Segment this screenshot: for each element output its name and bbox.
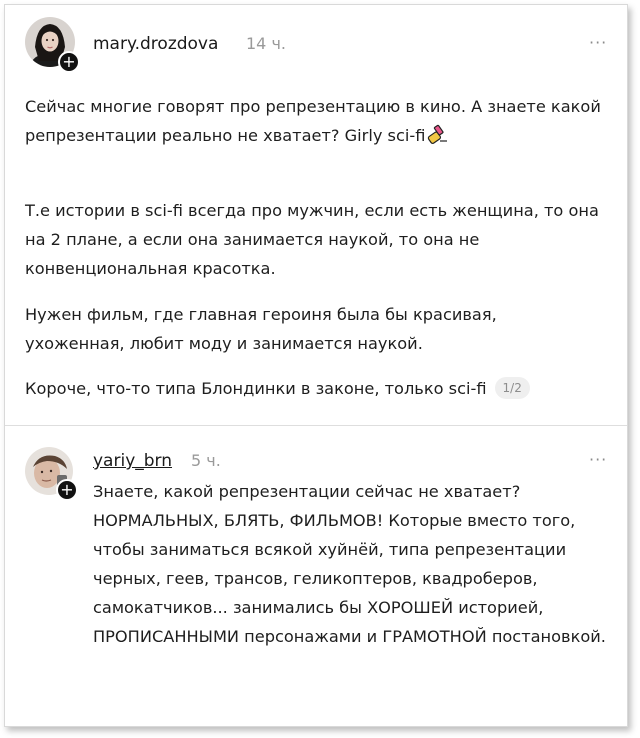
post-mary: + mary.drozdova 14 ч. ··· Сейчас многие … (5, 5, 627, 426)
timestamp: 14 ч. (246, 34, 286, 53)
post-text: Короче, что-то типа Блондинки в законе, … (25, 379, 487, 398)
nail-polish-icon (427, 123, 449, 154)
reply-text: Знаете, какой репрезентации сейчас не хв… (93, 482, 606, 646)
page-indicator: 1/2 (494, 377, 530, 399)
post-reply: + yariy_brn 5 ч. ··· Знаете, какой репре… (5, 426, 627, 726)
more-options-icon[interactable]: ··· (589, 450, 607, 469)
follow-plus-icon[interactable]: + (56, 479, 78, 501)
avatar[interactable]: + (25, 17, 80, 73)
post-paragraph-1: Сейчас многие говорят про репрезентацию … (25, 92, 609, 154)
follow-plus-icon[interactable]: + (58, 51, 80, 73)
username[interactable]: mary.drozdova (93, 34, 218, 54)
more-options-icon[interactable]: ··· (589, 33, 607, 52)
post-paragraph-3: Нужен фильм, где главная героиня была бы… (25, 305, 497, 353)
avatar[interactable]: + (25, 447, 78, 501)
screenshot-frame: + mary.drozdova 14 ч. ··· Сейчас многие … (4, 4, 628, 727)
post-paragraph-2: Т.е истории в sci-fi всегда про мужчин, … (25, 201, 599, 278)
post-paragraph-4: Короче, что-то типа Блондинки в законе, … (25, 374, 625, 403)
post-text: Сейчас многие говорят про репрезентацию … (25, 97, 601, 145)
username[interactable]: yariy_brn (93, 451, 172, 471)
timestamp: 5 ч. (191, 451, 221, 470)
